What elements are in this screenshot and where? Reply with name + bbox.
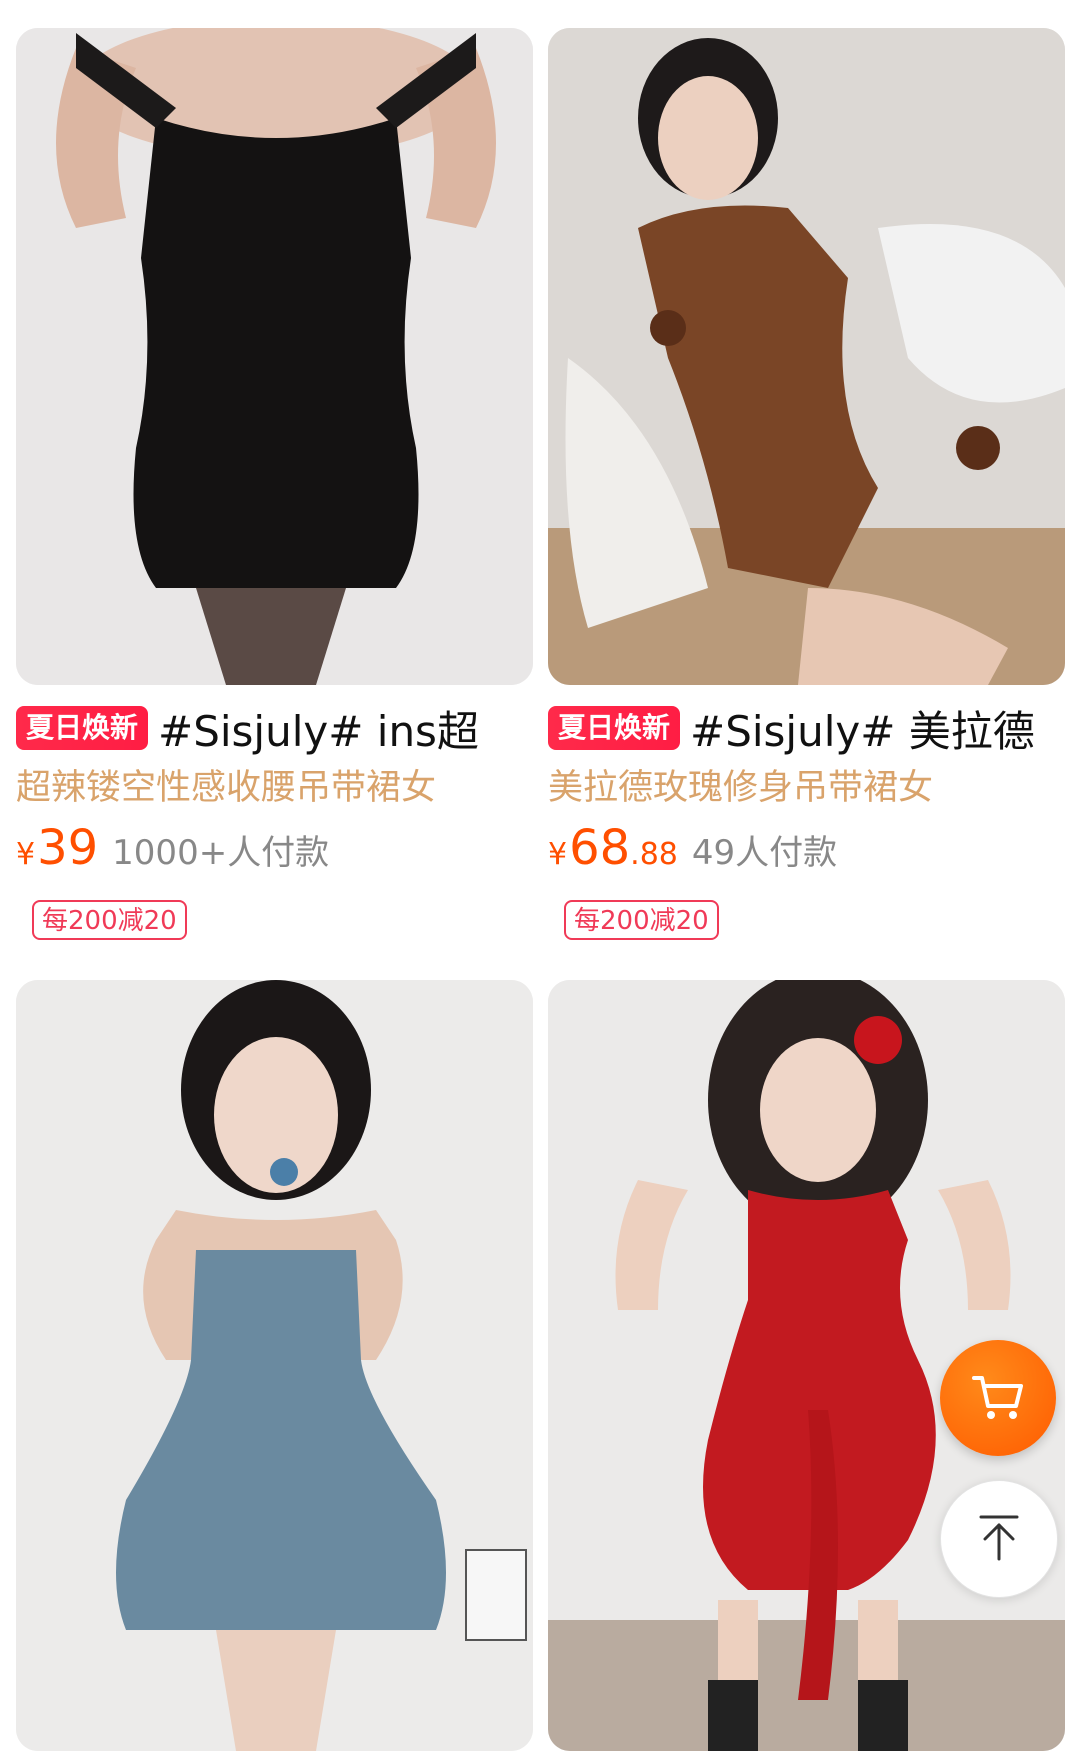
cart-icon	[968, 1366, 1028, 1430]
price-decimal: .88	[630, 837, 678, 872]
price-integer: 39	[37, 820, 99, 876]
currency-symbol: ¥	[16, 837, 36, 872]
promo-tag: 夏日焕新	[548, 706, 681, 750]
product-subtitle: 超辣镂空性感收腰吊带裙女	[16, 768, 437, 808]
product-title: #Sisjuly# ins超	[158, 706, 479, 756]
currency-symbol: ¥	[548, 837, 568, 872]
sales-count: 1000+人付款	[112, 833, 330, 873]
cart-button[interactable]	[940, 1340, 1056, 1456]
product-subtitle: 美拉德玫瑰修身吊带裙女	[548, 768, 934, 808]
price-row: ¥ 68 .88 49人付款	[548, 820, 1065, 880]
product-title-row[interactable]: 夏日焕新 #Sisjuly# 美拉德	[548, 700, 1065, 756]
product-title-row[interactable]: 夏日焕新 #Sisjuly# ins超	[16, 700, 533, 756]
coupon-badge: 每200减20	[32, 900, 187, 940]
promo-tag: 夏日焕新	[16, 706, 149, 750]
product-title: #Sisjuly# 美拉德	[690, 706, 1035, 756]
product-image[interactable]	[548, 28, 1065, 685]
arrow-up-icon	[971, 1509, 1027, 1569]
product-card[interactable]	[16, 980, 533, 1751]
back-to-top-button[interactable]	[940, 1480, 1058, 1598]
price-row: ¥ 39 1000+人付款	[16, 820, 533, 880]
product-image[interactable]	[16, 28, 533, 685]
sales-count: 49人付款	[691, 833, 838, 873]
product-image[interactable]	[16, 980, 533, 1751]
coupon-badge: 每200减20	[564, 900, 719, 940]
product-card[interactable]: 夏日焕新 #Sisjuly# ins超 超辣镂空性感收腰吊带裙女 ¥ 39 10…	[16, 0, 533, 960]
price-integer: 68	[569, 820, 631, 876]
product-card[interactable]: 夏日焕新 #Sisjuly# 美拉德 美拉德玫瑰修身吊带裙女 ¥ 68 .88 …	[548, 0, 1065, 960]
product-grid: 夏日焕新 #Sisjuly# ins超 超辣镂空性感收腰吊带裙女 ¥ 39 10…	[0, 0, 1080, 1751]
